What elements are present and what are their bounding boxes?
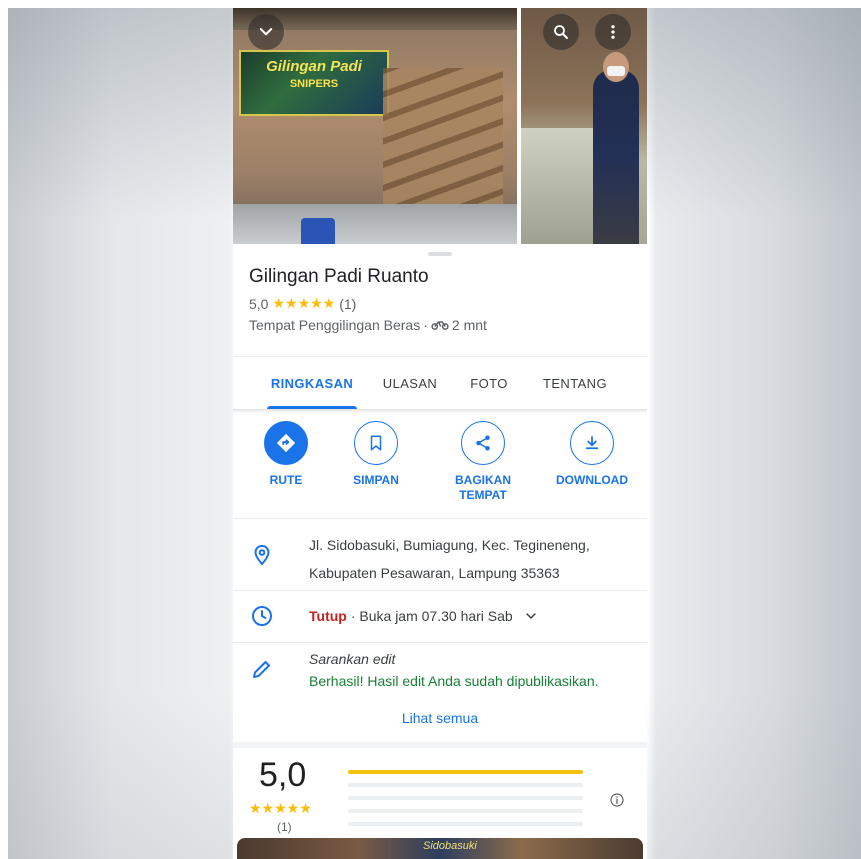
place-title: Gilingan Padi Ruanto — [249, 266, 429, 287]
maps-place-sheet: Gilingan Padi SNIPERS Gilingan Padi Ruan… — [233, 8, 647, 859]
download-button[interactable]: DOWNLOAD — [542, 421, 642, 488]
address-line-2: Kabupaten Pesawaran, Lampung 35363 — [309, 565, 560, 581]
overall-stars: ★★★★★ — [249, 800, 312, 816]
route-button[interactable]: RUTE — [236, 421, 336, 488]
address-text: Jl. Sidobasuki, Bumiagung, Kec. Teginene… — [309, 531, 639, 587]
rating-bar-3-star — [348, 796, 583, 800]
motorcycle-icon — [431, 321, 449, 330]
mill-banner: Gilingan Padi SNIPERS — [239, 50, 389, 116]
tab-ringkasan[interactable]: RINGKASAN — [261, 357, 363, 409]
download-label: DOWNLOAD — [556, 473, 628, 487]
photo-gallery[interactable]: Gilingan Padi SNIPERS — [233, 8, 647, 244]
tab-bar: RINGKASAN ULASAN FOTO TENTANG — [233, 357, 647, 409]
place-details-sheet: Gilingan Padi Ruanto 5,0 ★★★★★ (1) Tempa… — [233, 244, 647, 859]
rating-bar-1-star — [348, 822, 583, 826]
banner-subtitle: SNIPERS — [289, 78, 339, 90]
action-buttons: RUTE SIMPAN BAGIKAN TEMPAT DOWNLOAD — [233, 421, 647, 513]
collapse-button[interactable] — [248, 14, 284, 50]
save-button[interactable]: SIMPAN — [326, 421, 426, 488]
review-count: (1) — [339, 295, 357, 312]
tab-ulasan[interactable]: ULASAN — [373, 357, 447, 409]
rating-bar-fill — [348, 770, 583, 774]
address-row[interactable]: Jl. Sidobasuki, Bumiagung, Kec. Teginene… — [233, 519, 647, 589]
chevron-down-icon — [259, 28, 273, 36]
rating-summary-card[interactable]: 5,0 ★★★★★ (1) — [233, 742, 647, 842]
overall-count: (1) — [277, 820, 292, 834]
search-icon — [554, 25, 568, 39]
suggest-edit-row[interactable]: Sarankan edit Berhasil! Hasil edit Anda … — [233, 643, 647, 699]
rating-stars: ★★★★★ — [272, 295, 336, 311]
hours-row[interactable]: Tutup · Buka jam 07.30 hari Sab — [233, 591, 647, 641]
suggest-edit-title: Sarankan edit — [309, 651, 396, 667]
place-photo-secondary[interactable] — [521, 8, 647, 244]
location-pin-icon — [254, 544, 270, 566]
clock-icon — [252, 606, 272, 626]
directions-icon — [276, 433, 296, 453]
see-all-link[interactable]: Lihat semua — [233, 710, 647, 726]
separator-dot: · — [423, 317, 428, 333]
chevron-down-icon[interactable] — [523, 608, 539, 624]
rating-value: 5,0 — [249, 295, 269, 312]
info-icon[interactable] — [609, 792, 625, 808]
share-label: BAGIKAN TEMPAT — [455, 473, 511, 502]
place-category: Tempat Penggilingan Beras — [249, 317, 421, 333]
review-photo-caption: Sidobasuki — [423, 840, 477, 852]
bookmark-icon — [370, 435, 382, 451]
hours-text: Tutup · Buka jam 07.30 hari Sab — [309, 591, 539, 641]
more-options-button[interactable] — [595, 14, 631, 50]
share-button[interactable]: BAGIKAN TEMPAT — [433, 421, 533, 503]
travel-time: 2 mnt — [451, 317, 487, 333]
more-vert-icon — [611, 25, 615, 39]
rating-bar-5-star — [348, 770, 583, 774]
banner-title: Gilingan Padi — [266, 58, 362, 75]
category-line: Tempat Penggilingan Beras · 2 mnt — [249, 317, 487, 333]
tab-tentang[interactable]: TENTANG — [533, 357, 617, 409]
drag-handle[interactable] — [428, 252, 452, 256]
share-icon — [476, 435, 490, 451]
closed-status: Tutup — [309, 608, 347, 624]
search-button[interactable] — [543, 14, 579, 50]
route-label: RUTE — [269, 473, 303, 487]
edit-success-message: Berhasil! Hasil edit Anda sudah dipublik… — [309, 673, 599, 689]
rating-bar-2-star — [348, 809, 583, 813]
opening-detail: · Buka jam 07.30 hari Sab — [350, 608, 513, 624]
review-photo-preview[interactable]: Sidobasuki — [237, 838, 643, 859]
tab-foto[interactable]: FOTO — [461, 357, 517, 409]
address-line-1: Jl. Sidobasuki, Bumiagung, Kec. Teginene… — [309, 537, 590, 553]
rating-summary-line[interactable]: 5,0 ★★★★★ (1) — [249, 295, 356, 312]
pencil-icon — [253, 661, 270, 678]
download-icon — [585, 436, 599, 450]
rating-bar-4-star — [348, 783, 583, 787]
overall-score: 5,0 — [259, 756, 307, 794]
save-label: SIMPAN — [353, 473, 399, 487]
